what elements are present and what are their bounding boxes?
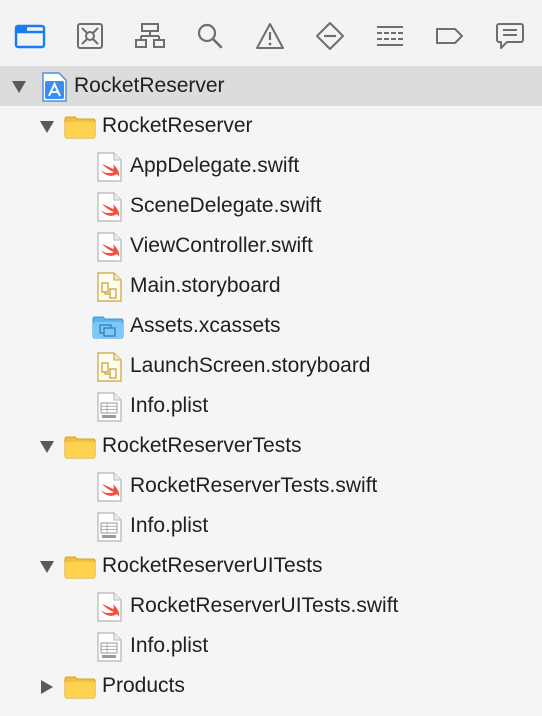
- disclosure-expanded-icon[interactable]: [38, 438, 56, 456]
- breakpoint-tag-icon[interactable]: [432, 18, 468, 54]
- test-diamond-icon[interactable]: [312, 18, 348, 54]
- file-label: Info.plist: [130, 634, 209, 657]
- group-label: RocketReserver: [102, 114, 253, 137]
- folder-navigator-icon[interactable]: [12, 18, 48, 54]
- folder-icon: [64, 436, 96, 459]
- file-label: Info.plist: [130, 394, 209, 417]
- plist-file-icon: [97, 512, 122, 542]
- file-row[interactable]: RocketReserverUITests.swift: [0, 586, 542, 626]
- folder-icon: [64, 116, 96, 139]
- symbol-hierarchy-icon[interactable]: [132, 18, 168, 54]
- plist-file-icon: [97, 392, 122, 422]
- swift-file-icon: [97, 152, 122, 182]
- source-control-icon[interactable]: [72, 18, 108, 54]
- file-label: SceneDelegate.swift: [130, 194, 322, 217]
- file-label: ViewController.swift: [130, 234, 313, 257]
- project-label: RocketReserver: [74, 74, 225, 97]
- xcode-project-icon: [42, 72, 67, 102]
- storyboard-file-icon: [97, 272, 122, 302]
- file-row[interactable]: Info.plist: [0, 506, 542, 546]
- project-row[interactable]: RocketReserver: [0, 66, 542, 106]
- file-row[interactable]: ViewController.swift: [0, 226, 542, 266]
- swift-file-icon: [97, 592, 122, 622]
- navigator-toolbar: [0, 0, 542, 67]
- warning-icon[interactable]: [252, 18, 288, 54]
- group-label: RocketReserverUITests: [102, 554, 323, 577]
- report-bubble-icon[interactable]: [492, 18, 528, 54]
- swift-file-icon: [97, 472, 122, 502]
- file-row[interactable]: LaunchScreen.storyboard: [0, 346, 542, 386]
- disclosure-expanded-icon[interactable]: [38, 558, 56, 576]
- file-row[interactable]: SceneDelegate.swift: [0, 186, 542, 226]
- file-row[interactable]: RocketReserverTests.swift: [0, 466, 542, 506]
- folder-icon: [64, 676, 96, 699]
- file-label: RocketReserverUITests.swift: [130, 594, 399, 617]
- group-label: RocketReserverTests: [102, 434, 302, 457]
- folder-icon: [64, 556, 96, 579]
- asset-catalog-icon: [92, 316, 124, 339]
- file-label: LaunchScreen.storyboard: [130, 354, 371, 377]
- search-icon[interactable]: [192, 18, 228, 54]
- swift-file-icon: [97, 232, 122, 262]
- file-row[interactable]: Info.plist: [0, 626, 542, 666]
- file-label: RocketReserverTests.swift: [130, 474, 378, 497]
- file-label: Info.plist: [130, 514, 209, 537]
- plist-file-icon: [97, 632, 122, 662]
- file-label: AppDelegate.swift: [130, 154, 300, 177]
- file-label: Assets.xcassets: [130, 314, 281, 337]
- disclosure-expanded-icon[interactable]: [10, 78, 28, 96]
- file-row[interactable]: Assets.xcassets: [0, 306, 542, 346]
- disclosure-collapsed-icon[interactable]: [38, 678, 56, 696]
- file-row[interactable]: Info.plist: [0, 386, 542, 426]
- group-row-rocketreserveruitests[interactable]: RocketReserverUITests: [0, 546, 542, 586]
- swift-file-icon: [97, 192, 122, 222]
- file-row[interactable]: AppDelegate.swift: [0, 146, 542, 186]
- debug-list-icon[interactable]: [372, 18, 408, 54]
- group-label: Products: [102, 674, 185, 697]
- file-row[interactable]: Main.storyboard: [0, 266, 542, 306]
- disclosure-expanded-icon[interactable]: [38, 118, 56, 136]
- storyboard-file-icon: [97, 352, 122, 382]
- file-label: Main.storyboard: [130, 274, 281, 297]
- group-row-rocketreserver[interactable]: RocketReserver: [0, 106, 542, 146]
- group-row-rocketreservertests[interactable]: RocketReserverTests: [0, 426, 542, 466]
- group-row-products[interactable]: Products: [0, 666, 542, 706]
